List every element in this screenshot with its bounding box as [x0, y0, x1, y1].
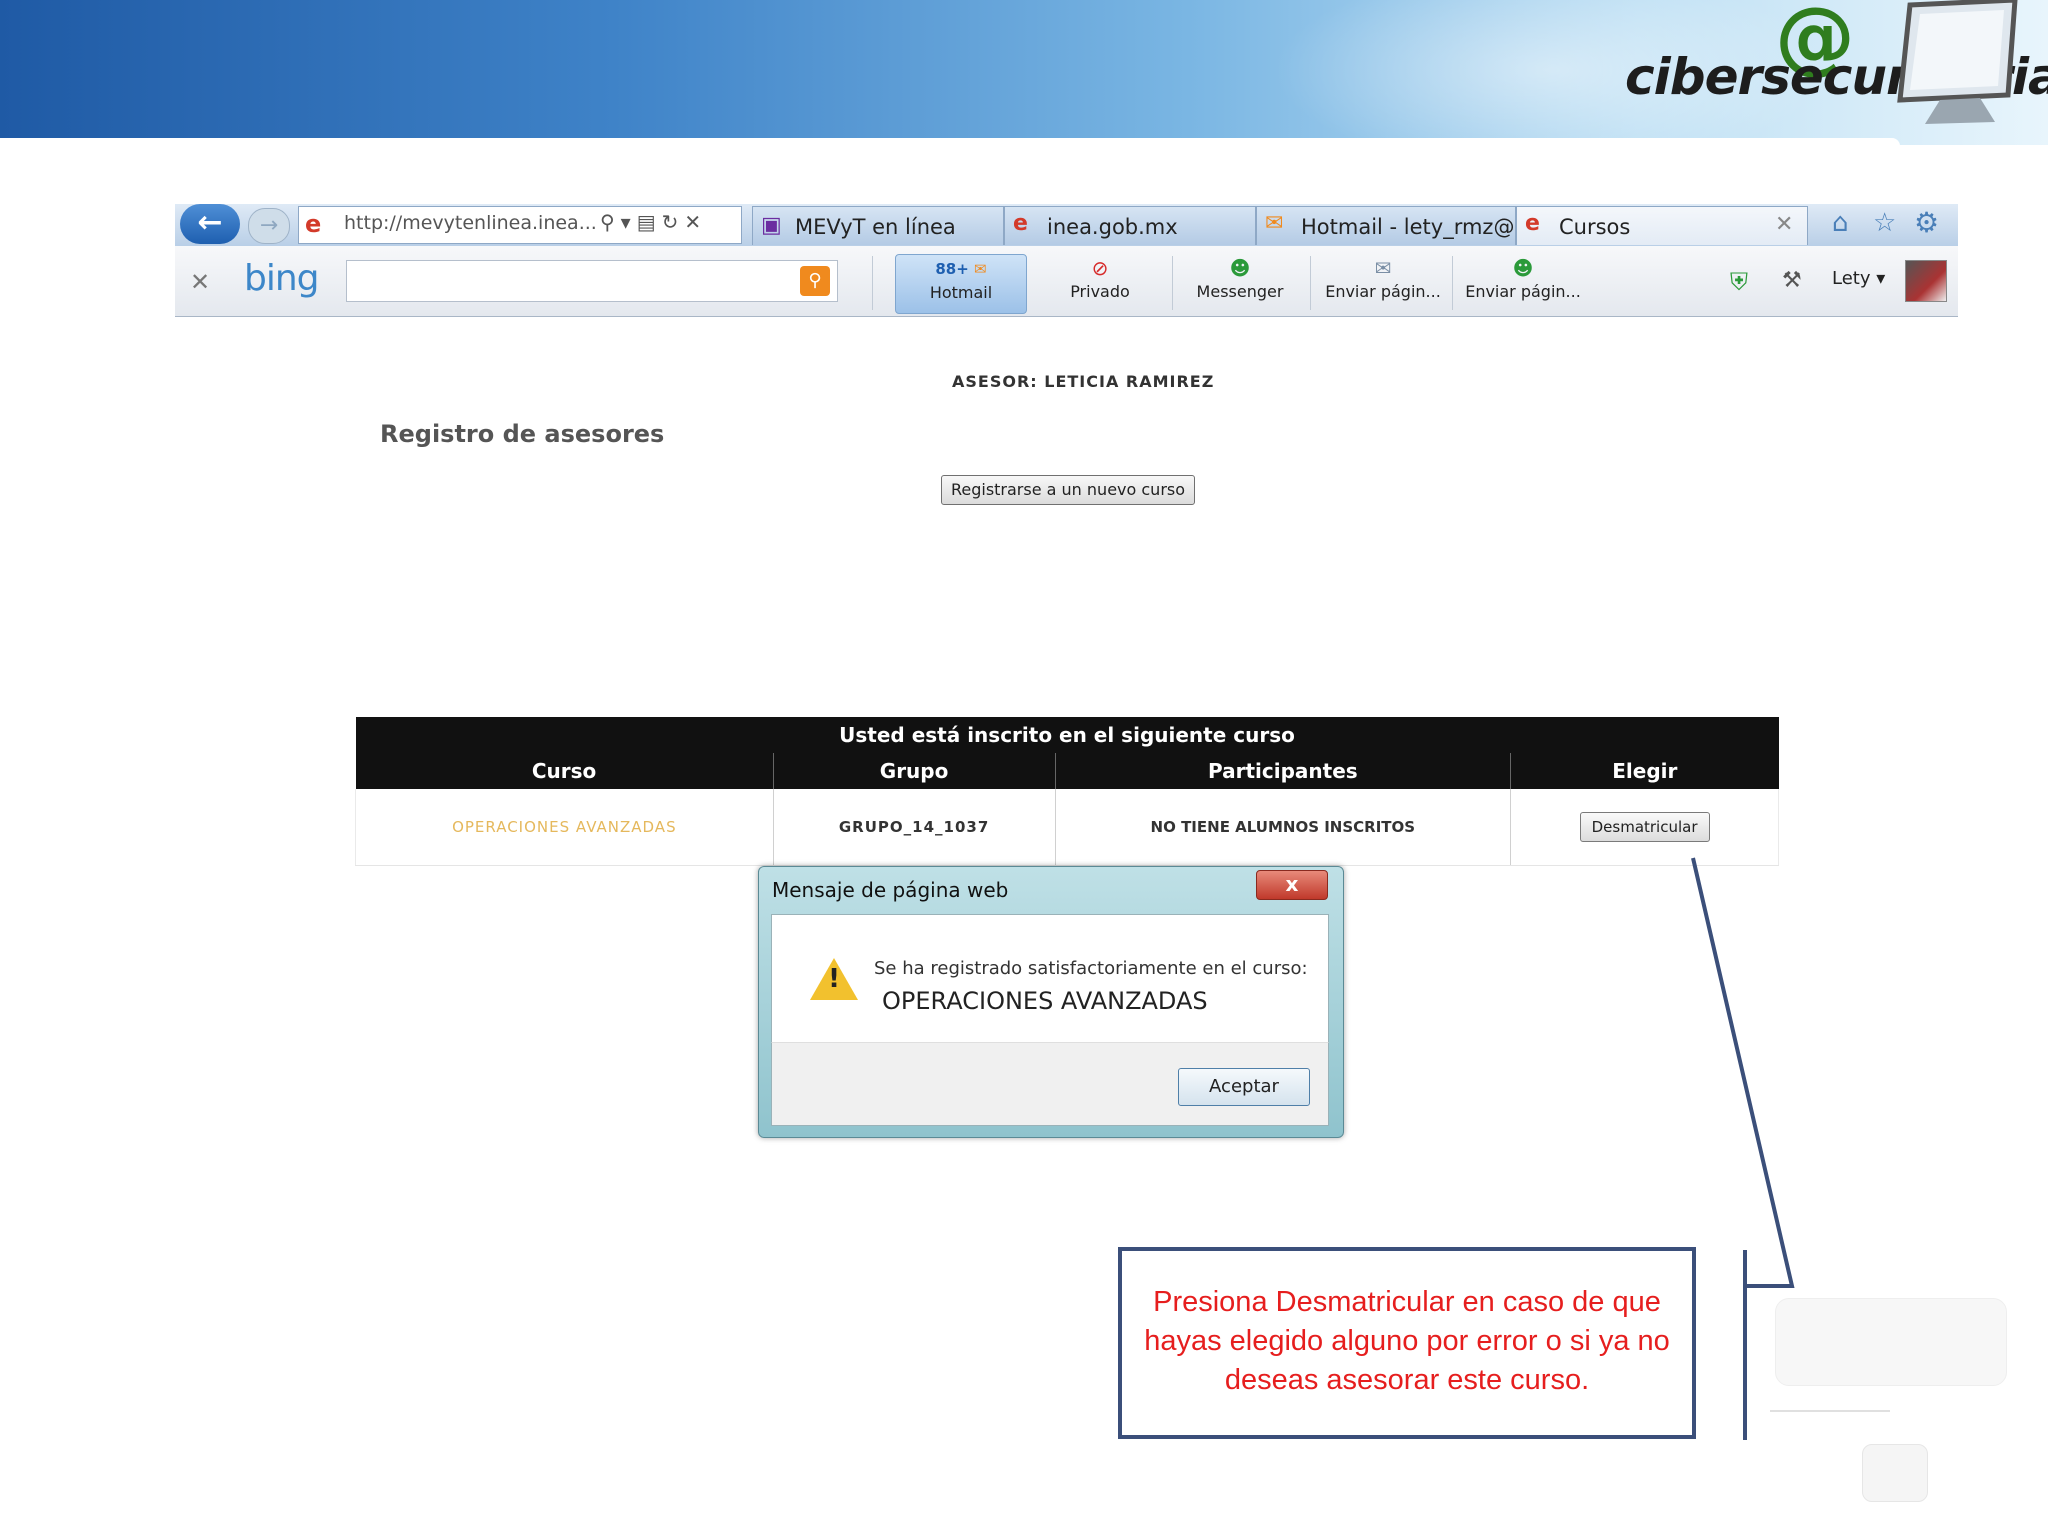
callout-text: Presiona Desmatricular en caso de que ha… — [1144, 1286, 1670, 1396]
column-header-curso: Curso — [355, 753, 774, 789]
mail-icon: ✉ — [974, 260, 987, 278]
ie-icon: e — [1525, 211, 1540, 236]
messenger-label: Messenger — [1196, 282, 1284, 301]
column-header-grupo: Grupo — [772, 753, 1055, 789]
dialog-title: Mensaje de página web — [772, 878, 1009, 902]
faded-shape — [1862, 1444, 1928, 1502]
user-name: Lety — [1832, 268, 1871, 289]
faded-line — [1770, 1410, 1890, 1412]
tab-cursos[interactable]: e Cursos ✕ — [1516, 206, 1808, 245]
toolbar-divider — [1452, 256, 1453, 310]
table-caption: Usted está inscrito en el siguiente curs… — [355, 717, 1779, 753]
avatar[interactable] — [1905, 260, 1947, 302]
ie-icon: e — [1013, 211, 1028, 236]
back-button[interactable]: ← — [180, 204, 240, 244]
tab-label: Cursos — [1559, 215, 1631, 239]
tab-hotmail[interactable]: ✉ Hotmail - lety_rmz@... — [1256, 206, 1534, 245]
register-course-button[interactable]: Registrarse a un nuevo curso — [941, 475, 1195, 505]
course-name: OPERACIONES AVANZADAS — [355, 789, 774, 866]
gear-icon[interactable]: ⚙ — [1914, 206, 1939, 239]
bing-logo: bing — [244, 258, 320, 299]
wrench-icon[interactable]: ⚒ — [1782, 268, 1802, 293]
close-icon: x — [1285, 872, 1299, 896]
tab-mevyt[interactable]: ▣ MEVyT en línea — [752, 206, 1004, 245]
enviar-label: Enviar págin... — [1465, 282, 1581, 301]
table-row: OPERACIONES AVANZADAS GRUPO_14_1037 NO T… — [355, 789, 1779, 866]
enviar-label: Enviar págin... — [1325, 282, 1441, 301]
tab-label: inea.gob.mx — [1047, 215, 1178, 239]
envelope-icon: ✉ — [1374, 256, 1392, 280]
address-controls[interactable]: ⚲▾▤↻✕ — [600, 210, 707, 234]
hotmail-button[interactable]: 88+ ✉ Hotmail — [895, 254, 1027, 314]
shield-icon[interactable]: ⛨ — [1730, 268, 1748, 296]
asesor-label: ASESOR: LETICIA RAMIREZ — [952, 372, 1215, 391]
courses-table: Usted está inscrito en el siguiente curs… — [355, 717, 1779, 866]
home-icon[interactable]: ⌂ — [1832, 208, 1849, 238]
search-icon[interactable]: ⚲ — [800, 266, 830, 296]
search-input[interactable] — [346, 260, 838, 302]
privado-label: Privado — [1070, 282, 1130, 301]
toolbar-divider — [1172, 256, 1173, 310]
hotmail-badge: 88+ — [935, 260, 969, 278]
warning-mark: ! — [828, 964, 840, 994]
privado-button[interactable]: ⊘ Privado — [1040, 254, 1160, 312]
toolbar-divider — [1310, 256, 1311, 310]
mevyt-icon: ▣ — [761, 213, 782, 238]
hotmail-icon: ✉ — [1265, 211, 1284, 236]
banner-edge — [0, 138, 1900, 146]
tab-label: Hotmail - lety_rmz@... — [1301, 215, 1535, 239]
messenger-button[interactable]: ☻ Messenger — [1180, 254, 1300, 312]
toolbar-divider — [872, 256, 873, 310]
page-title: Registro de asesores — [380, 420, 665, 448]
monitor-icon — [1897, 0, 2018, 124]
close-toolbar-icon[interactable]: ✕ — [190, 268, 210, 296]
user-menu[interactable]: Lety ▾ — [1832, 268, 1885, 289]
tab-label: MEVyT en línea — [795, 215, 956, 239]
group-id: GRUPO_14_1037 — [772, 789, 1055, 866]
desmatricular-button[interactable]: Desmatricular — [1579, 812, 1710, 842]
ie-icon: e — [305, 210, 322, 238]
tab-inea[interactable]: e inea.gob.mx — [1004, 206, 1256, 245]
dialog-close-button[interactable]: x — [1256, 870, 1328, 900]
action-cell: Desmatricular — [1510, 789, 1779, 866]
column-header-participantes: Participantes — [1054, 753, 1511, 789]
column-header-elegir: Elegir — [1510, 753, 1779, 789]
forward-button[interactable]: → — [248, 208, 290, 244]
faded-shape — [1775, 1298, 2007, 1386]
send-page-messenger-button[interactable]: ☻ Enviar págin... — [1458, 254, 1588, 312]
favorites-icon[interactable]: ☆ — [1873, 208, 1896, 238]
accept-button[interactable]: Aceptar — [1178, 1068, 1310, 1106]
address-text: http://mevytenlinea.inea... — [344, 212, 597, 234]
hotmail-label: Hotmail — [929, 283, 993, 302]
close-tab-icon[interactable]: ✕ — [1775, 212, 1793, 237]
participants-status: NO TIENE ALUMNOS INSCRITOS — [1054, 789, 1511, 866]
dialog-message: Se ha registrado satisfactoriamente en e… — [874, 958, 1308, 979]
messenger-icon: ☻ — [1229, 256, 1251, 280]
messenger-icon: ☻ — [1512, 256, 1534, 280]
dialog-course-name: OPERACIONES AVANZADAS — [882, 987, 1208, 1015]
private-icon: ⊘ — [1091, 256, 1109, 280]
send-page-email-button[interactable]: ✉ Enviar págin... — [1318, 254, 1448, 312]
